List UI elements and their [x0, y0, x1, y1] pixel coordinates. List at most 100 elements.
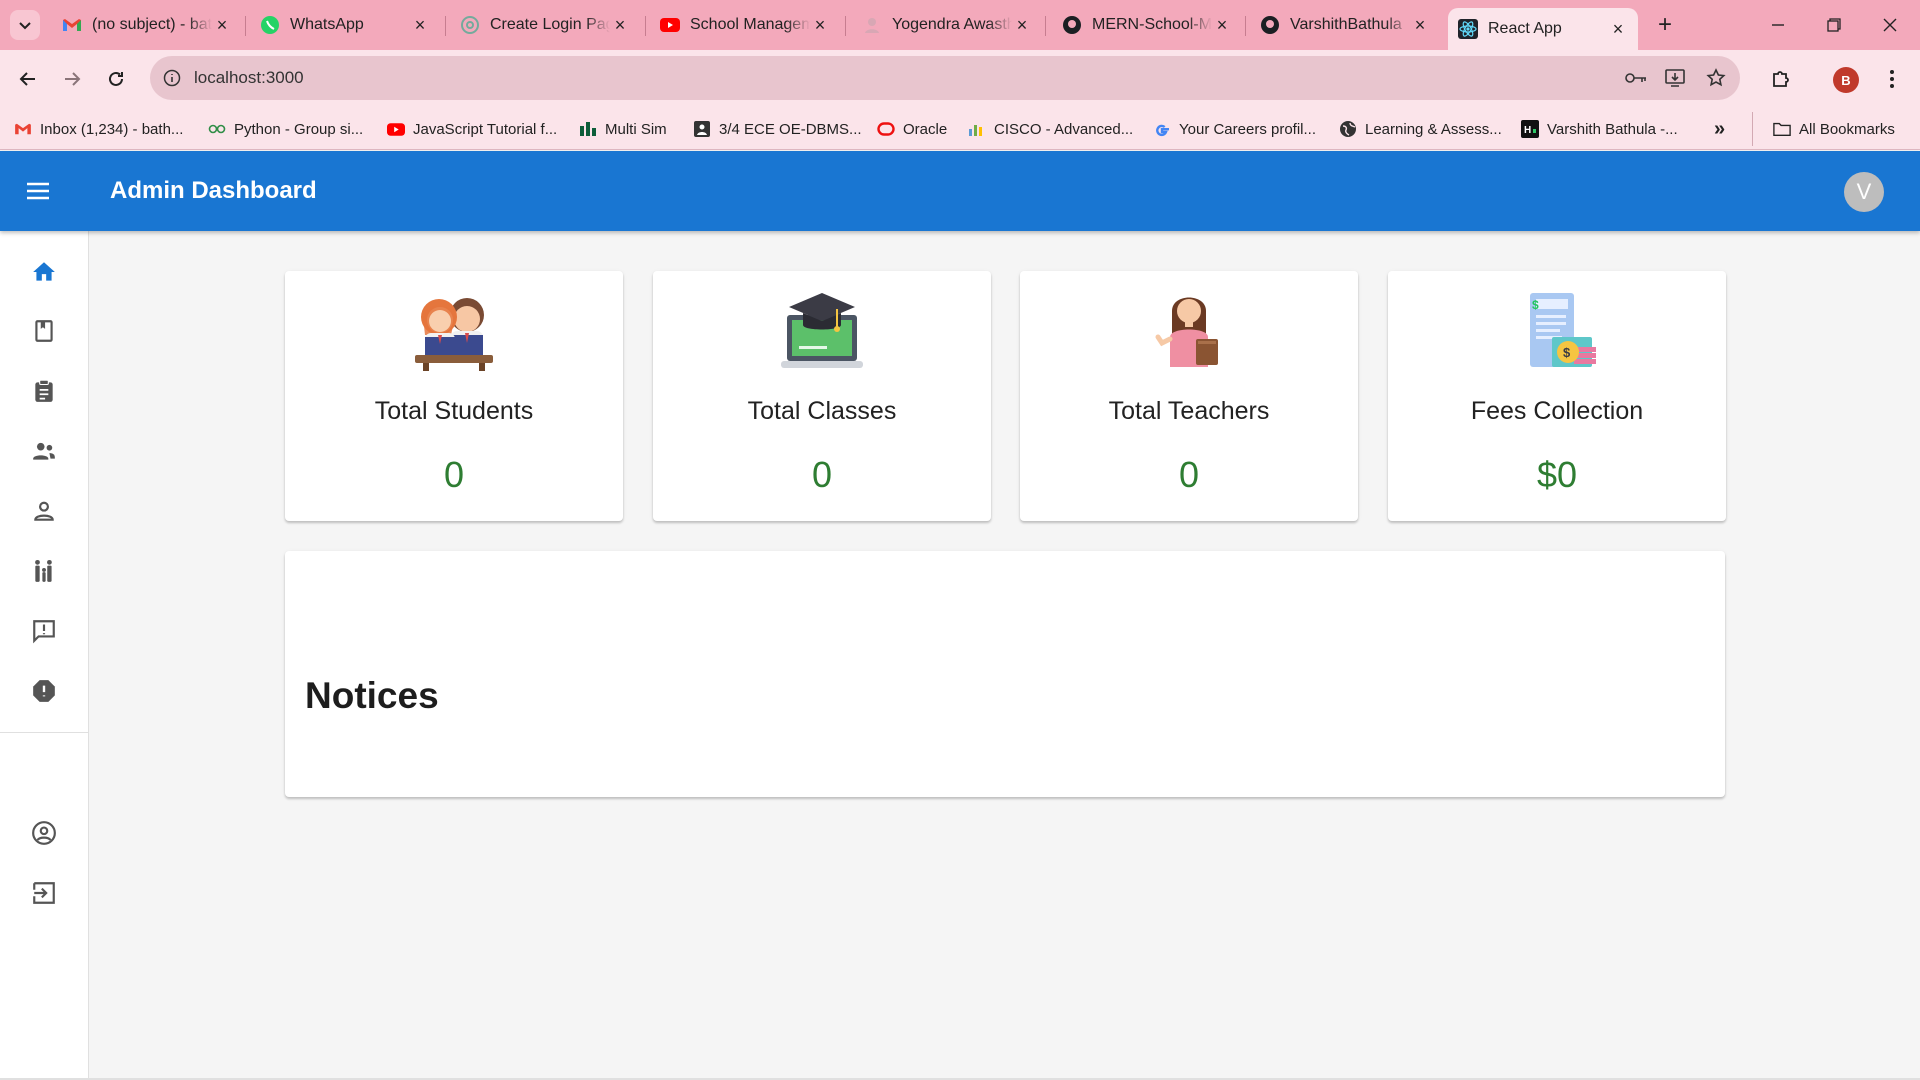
- github-icon: [1062, 15, 1082, 35]
- hamburger-menu-icon: [27, 182, 49, 200]
- sidebar-item-complains[interactable]: [0, 667, 88, 715]
- new-tab-button[interactable]: +: [1650, 10, 1680, 40]
- sidebar-item-students[interactable]: [0, 487, 88, 535]
- browser-tab-active[interactable]: React App ×: [1448, 8, 1638, 50]
- bookmark-item[interactable]: CISCO - Advanced...: [968, 117, 1133, 141]
- students-illustration-icon: [415, 298, 493, 371]
- extensions-button[interactable]: [1765, 63, 1797, 95]
- clipboard-icon: [35, 379, 53, 402]
- browser-tab[interactable]: Yogendra Awasthi ×: [852, 8, 1042, 42]
- browser-tab[interactable]: School Management ×: [650, 8, 840, 42]
- chevron-down-icon: [19, 22, 31, 30]
- stat-value: $0: [1536, 454, 1578, 495]
- sidebar-item-home[interactable]: [0, 248, 88, 296]
- restore-button[interactable]: [1814, 8, 1854, 42]
- stat-label: Total Teachers: [1108, 397, 1270, 425]
- bookmark-item[interactable]: 3/4 ECE OE-DBMS...: [693, 117, 862, 141]
- address-bar[interactable]: localhost:3000: [150, 56, 1740, 100]
- reload-icon: [109, 71, 123, 86]
- bookmark-item[interactable]: Python - Group si...: [208, 117, 363, 141]
- close-tab-icon[interactable]: ×: [1012, 15, 1032, 35]
- close-window-button[interactable]: [1870, 8, 1910, 42]
- plus-icon: +: [1657, 11, 1672, 38]
- browser-tab[interactable]: WhatsApp ×: [250, 8, 440, 42]
- bookmark-label: Multi Sim: [605, 120, 667, 138]
- stat-label: Fees Collection: [1470, 397, 1644, 425]
- browser-tab[interactable]: Create Login Page ×: [450, 8, 640, 42]
- sidebar-item-teachers[interactable]: [0, 427, 88, 475]
- browser-tab[interactable]: (no subject) - bathula ×: [52, 8, 242, 42]
- back-button[interactable]: [12, 63, 44, 95]
- all-bookmarks-button[interactable]: All Bookmarks: [1773, 117, 1895, 141]
- graduation-laptop-illustration-icon: [781, 293, 863, 368]
- more-bookmarks-button[interactable]: »: [1714, 117, 1725, 141]
- sidebar-item-profile[interactable]: [0, 809, 88, 857]
- bookmark-label: Inbox (1,234) - bath...: [40, 120, 184, 138]
- tab-search-button[interactable]: [10, 10, 40, 40]
- sidebar-item-logout[interactable]: [0, 869, 88, 917]
- app-bar: Admin Dashboard V: [0, 151, 1920, 231]
- bookmark-item[interactable]: Oracle: [877, 117, 947, 141]
- globe-icon: [1339, 120, 1357, 138]
- tab-title: (no subject) - bathula: [92, 16, 212, 33]
- close-tab-icon[interactable]: ×: [1212, 15, 1232, 35]
- browser-tab[interactable]: MERN-School-Management ×: [1052, 8, 1242, 42]
- google-icon: [1153, 120, 1171, 138]
- stat-card-students: Total Students 0: [285, 271, 623, 521]
- close-tab-icon[interactable]: ×: [810, 15, 830, 35]
- close-tab-icon[interactable]: ×: [1608, 19, 1628, 39]
- oracle-icon: [877, 120, 895, 138]
- sidebar: [0, 231, 89, 1080]
- bookmark-item[interactable]: JavaScript Tutorial f...: [387, 117, 557, 141]
- arrow-right-icon: [65, 72, 81, 86]
- browser-menu-button[interactable]: [1876, 63, 1908, 95]
- close-tab-icon[interactable]: ×: [1410, 15, 1430, 35]
- minimize-button[interactable]: [1758, 8, 1798, 42]
- close-icon: [1883, 18, 1897, 32]
- stat-value: 0: [443, 454, 465, 495]
- tab-title: Yogendra Awasthi: [892, 16, 1012, 33]
- close-tab-icon[interactable]: ×: [410, 15, 430, 35]
- stat-value: 0: [811, 454, 833, 495]
- bookmark-item[interactable]: Your Careers profil...: [1153, 117, 1316, 141]
- sidebar-item-subjects[interactable]: [0, 367, 88, 415]
- bookmark-label: Python - Group si...: [234, 120, 364, 138]
- svg-text:$: $: [1563, 345, 1571, 360]
- home-icon: [33, 262, 55, 281]
- browser-toolbar: localhost:3000 B: [0, 50, 1920, 108]
- password-key-icon[interactable]: [1624, 66, 1648, 90]
- minimize-icon: [1772, 24, 1784, 26]
- account-avatar[interactable]: V: [1844, 172, 1884, 212]
- logout-icon: [33, 882, 55, 904]
- reload-button[interactable]: [100, 63, 132, 95]
- menu-button[interactable]: [20, 173, 56, 209]
- stat-card-fees: $ $ Fees Collection $0: [1388, 271, 1726, 521]
- sidebar-item-parents[interactable]: [0, 547, 88, 595]
- close-tab-icon[interactable]: ×: [212, 15, 232, 35]
- bookmark-star-icon[interactable]: [1704, 66, 1728, 90]
- sidebar-item-notices[interactable]: [0, 607, 88, 655]
- bookmark-item[interactable]: H Varshith Bathula -...: [1521, 117, 1678, 141]
- bookmark-label: JavaScript Tutorial f...: [413, 120, 558, 138]
- notices-panel: Notices: [285, 551, 1725, 797]
- url-text[interactable]: localhost:3000: [194, 68, 304, 88]
- bookmark-item[interactable]: Multi Sim: [579, 117, 667, 141]
- bookmark-label: CISCO - Advanced...: [994, 120, 1134, 138]
- close-tab-icon[interactable]: ×: [610, 15, 630, 35]
- person-icon: [34, 501, 54, 521]
- install-app-icon[interactable]: [1664, 66, 1688, 90]
- forward-button[interactable]: [56, 63, 88, 95]
- browser-tab[interactable]: VarshithBathula ×: [1250, 8, 1440, 42]
- tab-divider: [245, 16, 246, 36]
- sidebar-item-classes[interactable]: [0, 307, 88, 355]
- bookmarks-divider: [1752, 112, 1753, 146]
- bookmark-item[interactable]: Learning & Assess...: [1339, 117, 1502, 141]
- tab-title: WhatsApp: [290, 16, 364, 33]
- profile-avatar[interactable]: B: [1833, 67, 1859, 93]
- bookmark-item[interactable]: Inbox (1,234) - bath...: [14, 117, 183, 141]
- stat-label: Total Classes: [747, 397, 897, 425]
- site-info-icon[interactable]: [150, 69, 194, 87]
- youtube-icon: [387, 120, 405, 138]
- svg-text:$: $: [1532, 298, 1539, 312]
- whatsapp-icon: [260, 15, 280, 35]
